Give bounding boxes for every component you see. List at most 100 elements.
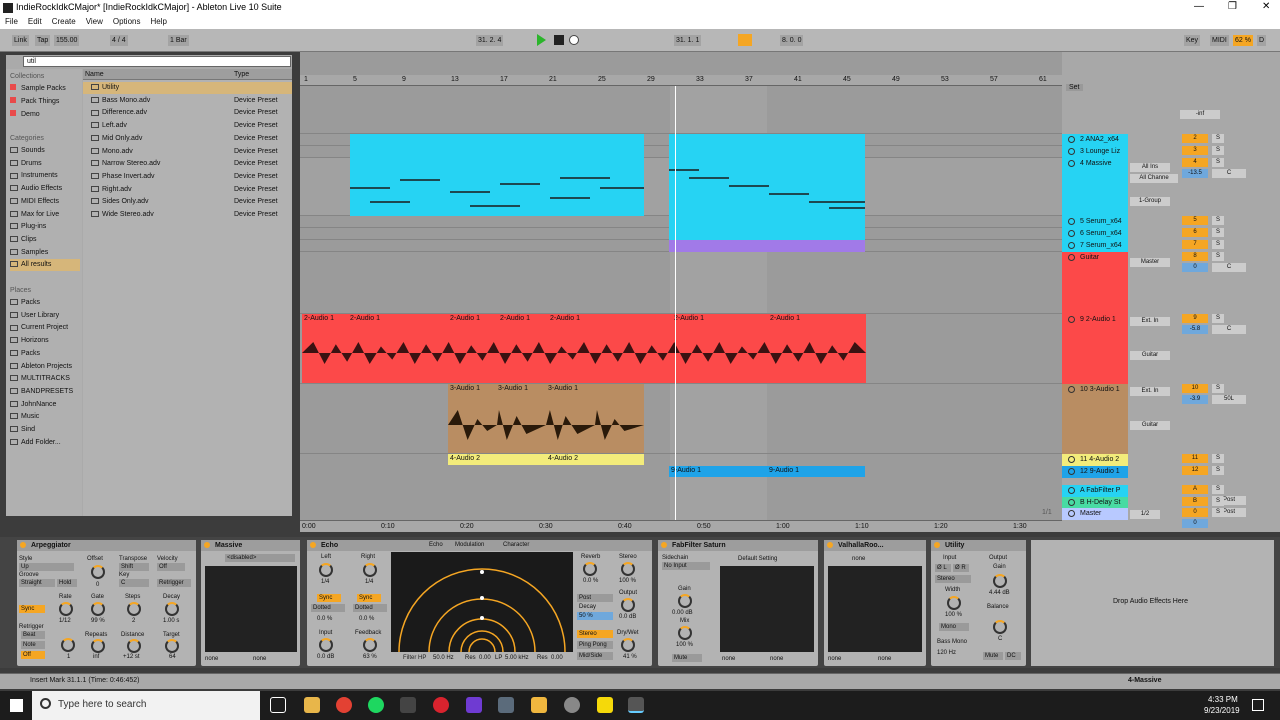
groove-select[interactable]: Straight [19,579,55,587]
volume-field[interactable]: -3.9 [1182,395,1208,404]
result-row[interactable]: Bass Mono.adv Device Preset [83,95,292,107]
track-header[interactable]: 7 Serum_x64 [1062,240,1128,252]
track-activator[interactable]: 7 [1182,240,1208,249]
menu-help[interactable]: Help [145,16,171,27]
mute-button[interactable]: Mute [672,654,702,662]
track-activator[interactable]: 11 [1182,454,1208,463]
menu-options[interactable]: Options [108,16,146,27]
sublime-icon[interactable] [531,697,547,713]
solo-button[interactable]: S [1212,508,1224,517]
offset-knob[interactable] [91,565,105,579]
clip-audio-4[interactable]: 4-Audio 2 4-Audio 2 [448,454,644,465]
clip-massive[interactable] [350,158,644,216]
dotted-left-select[interactable]: Dotted [311,604,345,612]
restore-icon[interactable]: ❐ [1228,1,1237,12]
track-header[interactable]: 11 4-Audio 2 [1062,454,1128,466]
category-item[interactable]: Max for Live [10,209,59,221]
result-row[interactable]: Mono.adv Device Preset [83,146,292,158]
output-select[interactable]: Guitar [1130,421,1170,430]
track-activator[interactable]: A [1182,485,1208,494]
beat-ruler[interactable]: 1 5 9 13 17 21 25 29 33 37 41 45 49 53 57 61 [300,75,1062,86]
track-header[interactable]: Master [1062,508,1128,520]
track-activator[interactable]: B [1182,497,1208,506]
place-item[interactable]: MULTITRACKS [10,373,70,385]
reverb-location-select[interactable]: Post [577,594,613,602]
retrigger-button[interactable]: Retrigger [157,579,191,587]
device-drop-zone[interactable]: Drop Audio Effects Here [1031,540,1274,666]
track-fold-icon[interactable] [1068,316,1075,323]
result-row[interactable]: Right.adv Device Preset [83,184,292,196]
stereo-knob[interactable] [621,562,635,576]
left-knob[interactable] [319,563,333,577]
res-hp-value[interactable]: 0.00 [479,655,491,661]
track-header[interactable]: 5 Serum_x64 [1062,216,1128,228]
collection-item[interactable]: Pack Things [10,96,59,108]
hold-button[interactable]: Hold [57,579,77,587]
volume-field[interactable]: -5.8 [1182,325,1208,334]
bassmono-frequency[interactable]: 120 Hz [937,650,956,656]
position-field[interactable]: 31. 2. 4 [476,35,504,46]
track-fold-icon[interactable] [1068,218,1075,225]
result-row[interactable]: Difference.adv Device Preset [83,107,292,119]
result-row[interactable]: Sides Only.adv Device Preset [83,196,292,208]
rate-knob[interactable] [59,602,73,616]
category-item[interactable]: Audio Effects [10,183,62,195]
input-type[interactable]: All Ins [1130,163,1170,172]
volume-field[interactable]: 0 [1182,519,1208,528]
device-title[interactable]: ValhallaRoo... [824,540,926,551]
output-select[interactable]: 1-Group [1130,197,1170,206]
clip-audio-9[interactable]: 9-Audio 1 9-Audio 1 [669,466,865,477]
track-fold-icon[interactable] [1068,499,1075,506]
place-item[interactable]: Ableton Projects [10,361,72,373]
time-ruler[interactable]: 0:00 0:10 0:20 0:30 0:40 0:50 1:00 1:10 1:20 1:30 [300,520,1062,532]
off-button[interactable]: Off [21,651,45,659]
track-activator[interactable]: 5 [1182,216,1208,225]
key-select[interactable]: C [119,579,149,587]
plugin-select[interactable]: <disabled> [225,554,295,562]
track-activator[interactable]: 10 [1182,384,1208,393]
spotify-icon[interactable] [368,697,384,713]
chain-select[interactable]: none [253,656,266,662]
solo-button[interactable]: S [1212,216,1224,225]
place-item[interactable]: Horizons [10,335,49,347]
clip-serum5[interactable] [669,216,865,228]
pingpong-button[interactable]: Ping Pong [577,641,613,649]
category-item[interactable]: Sounds [10,145,45,157]
master-split[interactable]: 1/2 [1130,510,1160,519]
clip-massive-b[interactable] [669,158,865,216]
track-header[interactable]: Guitar [1062,252,1128,314]
menu-create[interactable]: Create [47,16,81,27]
windows-start-icon[interactable] [10,699,23,712]
collection-item[interactable]: Sample Packs [10,83,66,95]
search-input[interactable]: util [23,56,291,67]
decay-value[interactable]: 50 % [577,612,613,620]
tab-echo[interactable]: Echo [429,542,443,548]
track-fold-icon[interactable] [1068,242,1075,249]
decay-knob[interactable] [165,602,179,616]
menu-file[interactable]: File [0,16,23,27]
stop-icon[interactable] [554,35,564,45]
result-row[interactable]: Narrow Stereo.adv Device Preset [83,158,292,170]
track-activator[interactable]: 6 [1182,228,1208,237]
app-icon-circle[interactable] [564,697,580,713]
clock-time[interactable]: 4:33 PM [1208,695,1238,704]
solo-button[interactable]: S [1212,497,1224,506]
reverb-knob[interactable] [583,562,597,576]
res-lp-value[interactable]: 0.00 [551,655,563,661]
result-row[interactable]: Mid Only.adv Device Preset [83,133,292,145]
track-activator[interactable]: 0 [1182,508,1208,517]
col-type[interactable]: Type [234,71,249,78]
filter-hp-value[interactable]: 50.0 Hz [433,655,454,661]
menu-view[interactable]: View [81,16,108,27]
target-knob[interactable] [165,639,179,653]
task-view-icon[interactable] [270,697,286,713]
clip-ana2[interactable] [350,134,644,146]
note-button[interactable]: Note [21,641,45,649]
sync-button[interactable]: Sync [19,605,45,613]
loop-start-field[interactable]: 31. 1. 1 [674,35,702,46]
mono-button[interactable]: Mono [939,623,969,631]
category-item[interactable]: Instruments [10,170,58,182]
velocity-button[interactable]: Off [157,563,185,571]
track-fold-icon[interactable] [1068,160,1075,167]
track-fold-icon[interactable] [1068,468,1075,475]
